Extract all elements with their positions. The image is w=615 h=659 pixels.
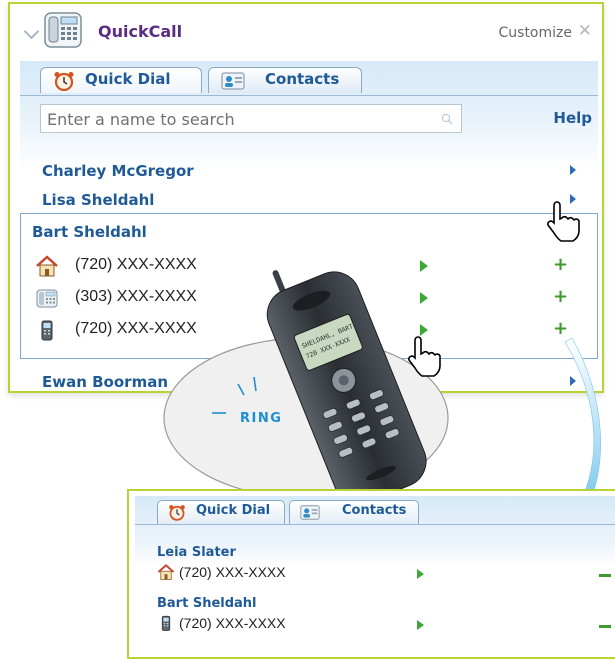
call-play-icon[interactable] <box>417 620 424 630</box>
alarm-clock-icon <box>169 505 185 521</box>
remove-from-quick-dial-icon[interactable] <box>599 574 611 577</box>
tab-bar: Quick Dial Contacts <box>135 496 615 525</box>
remove-from-quick-dial-icon[interactable] <box>599 625 611 628</box>
phone-number: (720) XXX-XXXX <box>179 564 286 580</box>
mobile-phone-icon <box>161 615 171 631</box>
quick-dial-name[interactable]: Bart Sheldahl <box>157 596 257 611</box>
quick-dial-name[interactable]: Leia Slater <box>157 545 236 560</box>
call-play-icon[interactable] <box>417 569 424 579</box>
address-card-icon <box>300 505 320 520</box>
hand-cursor-icon <box>547 201 580 242</box>
tab-contacts[interactable]: Contacts <box>289 500 419 524</box>
quick-dial-panel: Quick Dial Contacts Leia Slater (720) XX… <box>127 489 615 659</box>
tab-quick-dial[interactable]: Quick Dial <box>157 500 285 524</box>
quick-dial-body: Quick Dial Contacts Leia Slater (720) XX… <box>135 496 615 656</box>
tab-quick-dial-label: Quick Dial <box>196 503 271 518</box>
home-icon <box>157 563 175 580</box>
ring-label: RING <box>240 411 282 426</box>
phone-number: (720) XXX-XXXX <box>179 615 286 631</box>
tab-contacts-label: Contacts <box>342 503 407 518</box>
